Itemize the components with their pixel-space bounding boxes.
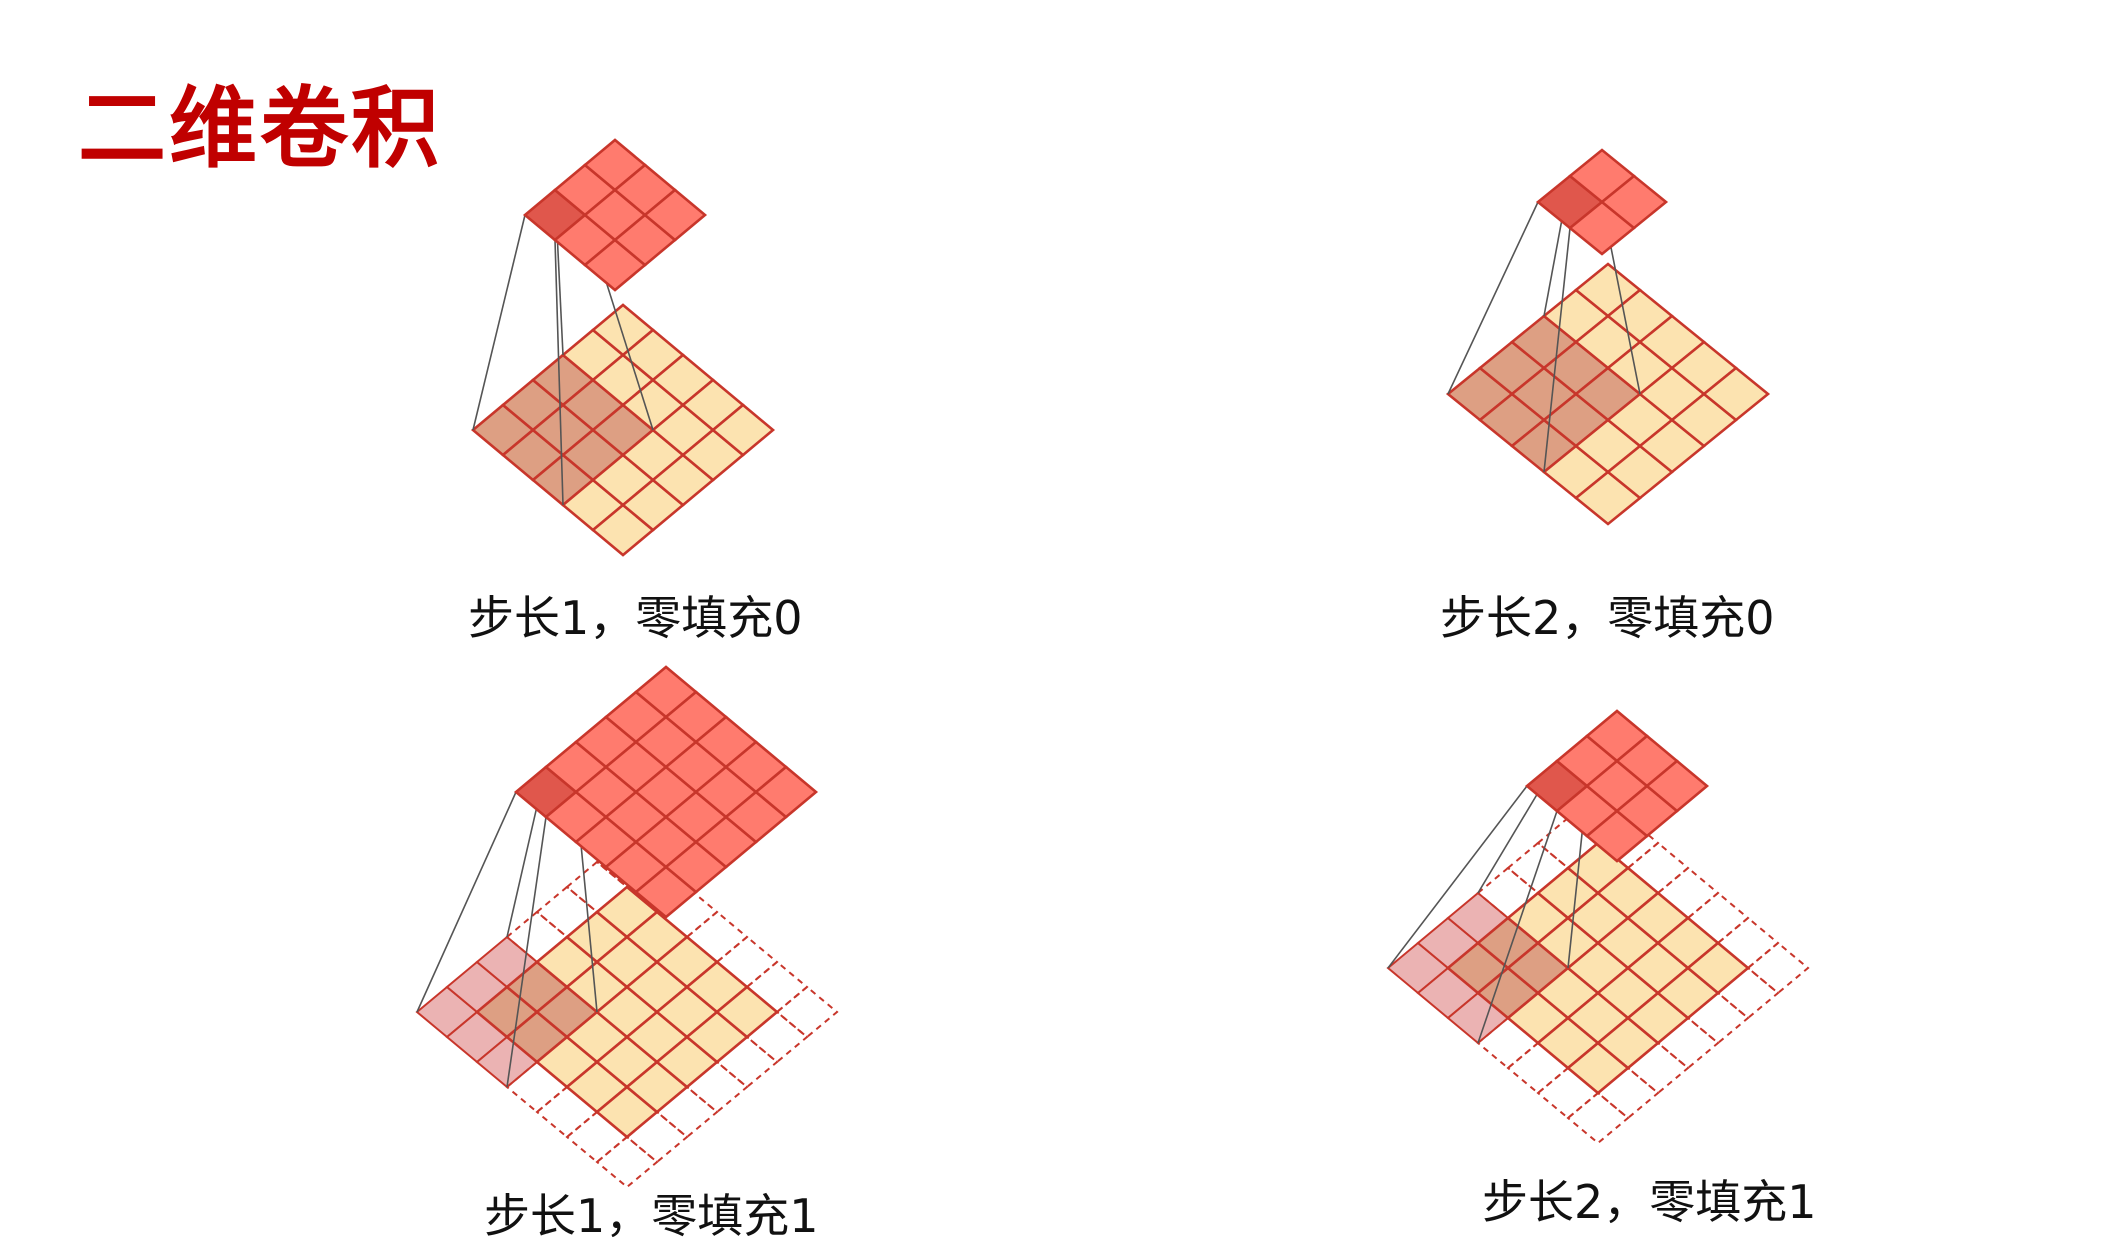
conv-diagram-stride2-pad1 — [1386, 709, 1810, 1145]
padding-cell — [1746, 941, 1810, 995]
padding-cell — [1566, 1091, 1630, 1145]
output-grid — [1524, 709, 1710, 863]
caption-stride2-pad1: 步长2，零填充1 — [1482, 1175, 1817, 1229]
